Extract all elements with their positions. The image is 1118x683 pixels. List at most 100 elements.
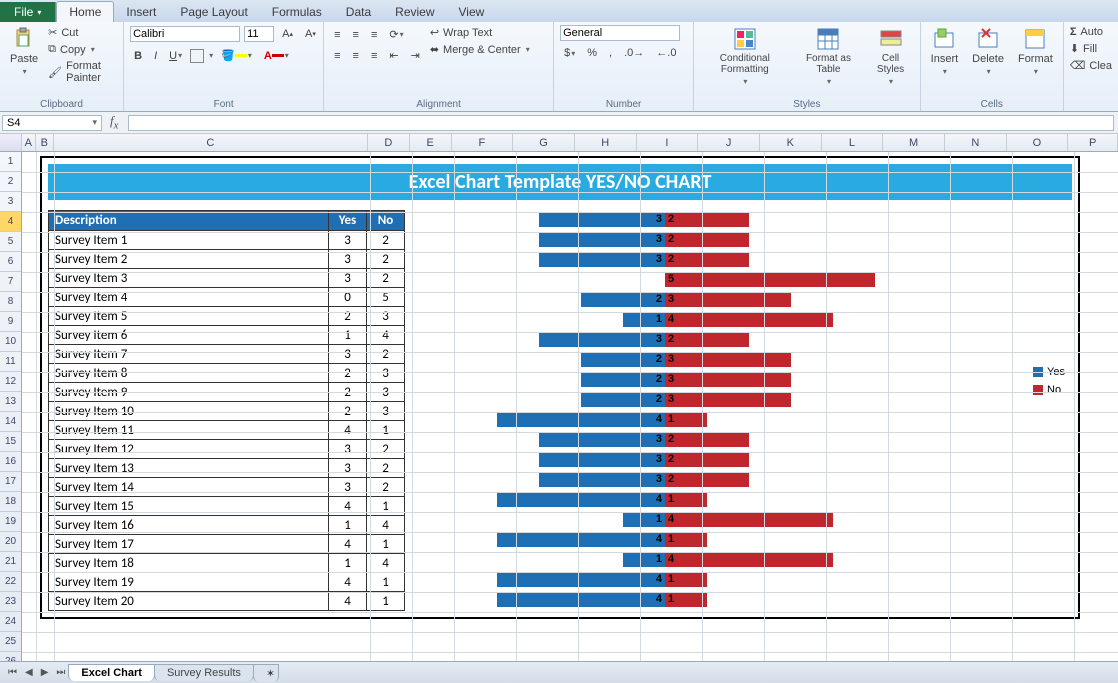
sheet-nav-prev[interactable]: ◀ [21, 667, 37, 678]
cell-desc[interactable]: Survey Item 14 [49, 478, 329, 497]
copy-button[interactable]: ⧉ Copy▾ [48, 43, 117, 56]
col-header-B[interactable]: B [36, 134, 54, 151]
table-row[interactable]: Survey Item 1432 [49, 478, 405, 497]
cell-yes[interactable]: 2 [329, 364, 367, 383]
table-row[interactable]: Survey Item 1814 [49, 554, 405, 573]
wrap-text-button[interactable]: ↩ Wrap Text [430, 26, 530, 39]
comma-format-button[interactable]: , [605, 45, 616, 61]
align-right-button[interactable]: ≡ [367, 48, 381, 64]
col-header-M[interactable]: M [883, 134, 945, 151]
autosum-button[interactable]: Σ Auto [1070, 26, 1112, 38]
cell-no[interactable]: 2 [367, 231, 405, 250]
table-row[interactable]: Survey Item 1232 [49, 440, 405, 459]
row-header-24[interactable]: 24 [0, 612, 21, 632]
col-header-I[interactable]: I [637, 134, 699, 151]
table-row[interactable]: Survey Item 1941 [49, 573, 405, 592]
format-painter-button[interactable]: 🖌 Format Painter [48, 60, 117, 84]
conditional-formatting-button[interactable]: Conditional Formatting▾ [700, 25, 789, 88]
table-row[interactable]: Survey Item 823 [49, 364, 405, 383]
tab-formulas[interactable]: Formulas [260, 2, 334, 22]
cell-no[interactable]: 1 [367, 421, 405, 440]
table-row[interactable]: Survey Item 405 [49, 288, 405, 307]
row-header-2[interactable]: 2 [0, 172, 21, 192]
cell-desc[interactable]: Survey Item 17 [49, 535, 329, 554]
cell-no[interactable]: 2 [367, 478, 405, 497]
cell-no[interactable]: 2 [367, 345, 405, 364]
col-header-N[interactable]: N [945, 134, 1007, 151]
clear-button[interactable]: ⌫ Clea [1070, 59, 1112, 72]
table-row[interactable]: Survey Item 1332 [49, 459, 405, 478]
col-header-K[interactable]: K [760, 134, 822, 151]
cell-yes[interactable]: 2 [329, 307, 367, 326]
row-header-14[interactable]: 14 [0, 412, 21, 432]
cell-no[interactable]: 5 [367, 288, 405, 307]
cell-yes[interactable]: 1 [329, 554, 367, 573]
sheet-nav-first[interactable]: ⏮ [4, 667, 21, 678]
sheet-nav-last[interactable]: ⏭ [52, 667, 69, 678]
cell-no[interactable]: 3 [367, 307, 405, 326]
col-header-O[interactable]: O [1007, 134, 1069, 151]
decrease-indent-button[interactable]: ⇤ [385, 47, 402, 64]
align-left-button[interactable]: ≡ [330, 48, 344, 64]
font-size-select[interactable] [244, 26, 274, 42]
col-header-L[interactable]: L [822, 134, 884, 151]
cell-yes[interactable]: 4 [329, 421, 367, 440]
cell-desc[interactable]: Survey Item 4 [49, 288, 329, 307]
insert-cells-button[interactable]: Insert▾ [927, 25, 963, 78]
number-format-select[interactable] [560, 25, 680, 41]
row-header-13[interactable]: 13 [0, 392, 21, 412]
cell-yes[interactable]: 4 [329, 535, 367, 554]
cell-no[interactable]: 4 [367, 326, 405, 345]
sheet-tab-excel-chart[interactable]: Excel Chart [68, 664, 155, 681]
cells-area[interactable]: Excel Chart Template YES/NO CHART Descri… [22, 152, 1118, 661]
cell-no[interactable]: 1 [367, 573, 405, 592]
col-header-G[interactable]: G [513, 134, 575, 151]
cell-yes[interactable]: 3 [329, 231, 367, 250]
row-header-7[interactable]: 7 [0, 272, 21, 292]
cell-no[interactable]: 4 [367, 554, 405, 573]
cell-desc[interactable]: Survey Item 18 [49, 554, 329, 573]
cell-desc[interactable]: Survey Item 19 [49, 573, 329, 592]
col-header-A[interactable]: A [22, 134, 36, 151]
font-color-button[interactable]: A▾ [260, 48, 293, 64]
row-header-15[interactable]: 15 [0, 432, 21, 452]
table-row[interactable]: Survey Item 132 [49, 231, 405, 250]
percent-format-button[interactable]: % [583, 45, 601, 61]
cell-desc[interactable]: Survey Item 20 [49, 592, 329, 611]
row-header-19[interactable]: 19 [0, 512, 21, 532]
cell-yes[interactable]: 4 [329, 573, 367, 592]
col-header-C[interactable]: C [54, 134, 368, 151]
cell-yes[interactable]: 0 [329, 288, 367, 307]
row-header-5[interactable]: 5 [0, 232, 21, 252]
row-header-16[interactable]: 16 [0, 452, 21, 472]
col-header-J[interactable]: J [698, 134, 760, 151]
sheet-nav-next[interactable]: ▶ [37, 667, 53, 678]
worksheet-grid[interactable]: ABCDEFGHIJKLMNOP 12345678910111213141516… [0, 134, 1118, 661]
table-row[interactable]: Survey Item 1741 [49, 535, 405, 554]
row-header-25[interactable]: 25 [0, 632, 21, 652]
table-row[interactable]: Survey Item 1023 [49, 402, 405, 421]
row-header-4[interactable]: 4 [0, 212, 21, 232]
tab-pagelayout[interactable]: Page Layout [168, 2, 259, 22]
cell-yes[interactable]: 2 [329, 402, 367, 421]
increase-indent-button[interactable]: ⇥ [407, 47, 424, 64]
font-name-select[interactable] [130, 26, 240, 42]
cell-no[interactable]: 2 [367, 459, 405, 478]
border-button[interactable] [190, 49, 204, 63]
name-box[interactable]: S4▾ [2, 115, 102, 131]
cell-yes[interactable]: 3 [329, 440, 367, 459]
cell-desc[interactable]: Survey Item 6 [49, 326, 329, 345]
select-all-corner[interactable] [0, 134, 22, 151]
col-header-P[interactable]: P [1068, 134, 1118, 151]
table-row[interactable]: Survey Item 1141 [49, 421, 405, 440]
row-header-21[interactable]: 21 [0, 552, 21, 572]
cell-no[interactable]: 3 [367, 364, 405, 383]
cell-desc[interactable]: Survey Item 10 [49, 402, 329, 421]
row-header-18[interactable]: 18 [0, 492, 21, 512]
cell-styles-button[interactable]: Cell Styles▾ [867, 25, 913, 88]
increase-font-button[interactable]: A▴ [278, 26, 297, 42]
tab-home[interactable]: Home [56, 1, 114, 22]
tab-view[interactable]: View [447, 2, 497, 22]
row-header-9[interactable]: 9 [0, 312, 21, 332]
table-row[interactable]: Survey Item 732 [49, 345, 405, 364]
